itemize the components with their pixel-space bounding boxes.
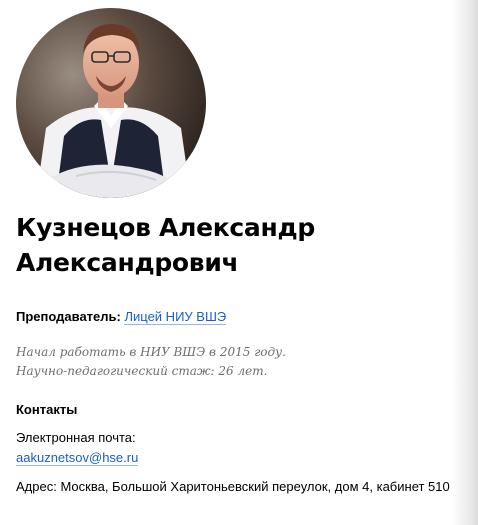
email-row: aakuznetsov@hse.ru bbox=[16, 449, 139, 467]
email-link[interactable]: aakuznetsov@hse.ru bbox=[16, 450, 139, 466]
profile-name-line1: Кузнецов Александр bbox=[16, 213, 315, 242]
profile-name: Кузнецов Александр Александрович bbox=[16, 210, 456, 280]
email-label: Электронная почта: bbox=[16, 430, 136, 445]
bio-experience: Научно-педагогический стаж: 26 лет. bbox=[16, 364, 268, 378]
address: Адрес: Москва, Большой Харитоньевский пе… bbox=[16, 479, 450, 494]
bio: Начал работать в НИУ ВШЭ в 2015 году. На… bbox=[16, 343, 286, 381]
profile-page: Кузнецов Александр Александрович Препода… bbox=[0, 0, 478, 525]
position-link[interactable]: Лицей НИУ ВШЭ bbox=[124, 309, 227, 325]
position-row: Преподаватель: Лицей НИУ ВШЭ bbox=[16, 308, 227, 326]
profile-name-line2: Александрович bbox=[16, 248, 239, 277]
bio-start-year: Начал работать в НИУ ВШЭ в 2015 году. bbox=[16, 345, 286, 359]
contacts-heading: Контакты bbox=[16, 402, 78, 417]
avatar-photo bbox=[16, 8, 206, 198]
position-label: Преподаватель: bbox=[16, 309, 121, 324]
page-edge-shadow bbox=[452, 0, 478, 525]
avatar bbox=[16, 8, 206, 198]
